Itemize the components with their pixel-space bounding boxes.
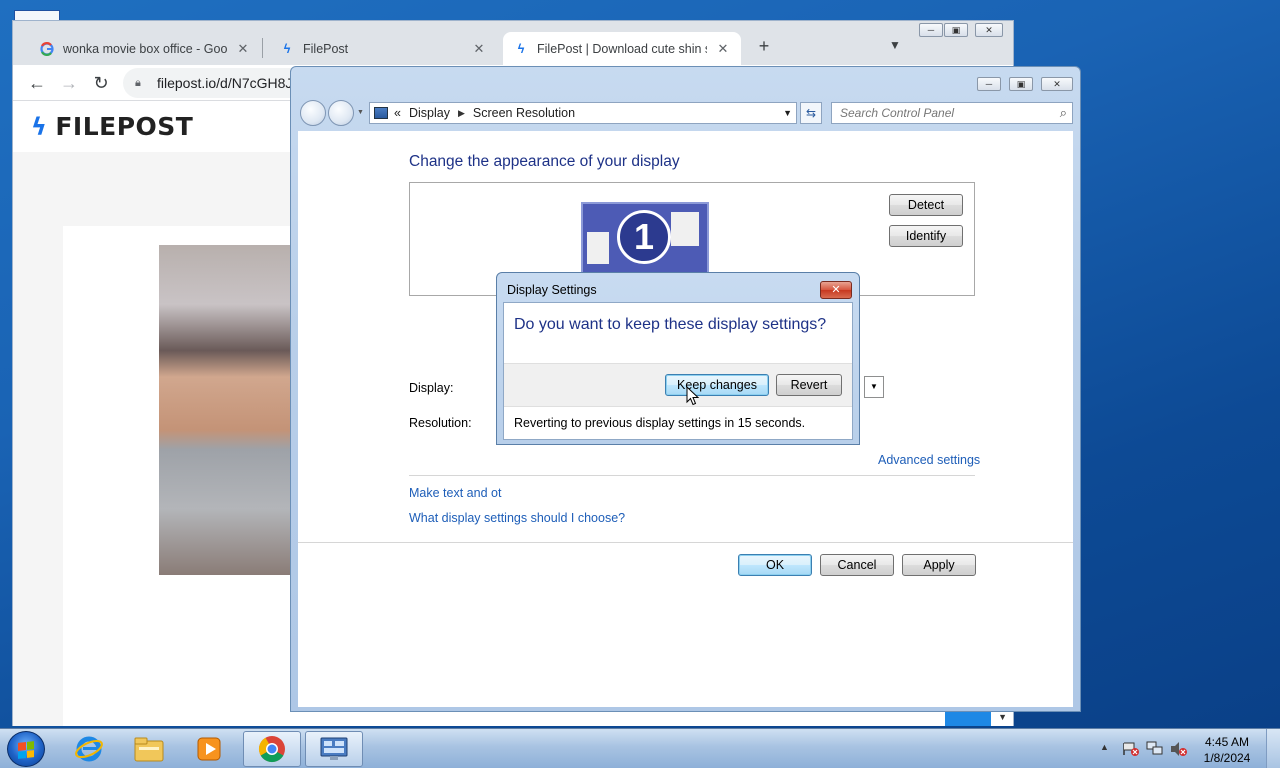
network-icon[interactable] [1146,741,1164,760]
windows-flag-icon [18,741,34,759]
dialog-button-bar: Keep changes Revert [504,363,852,407]
mouse-cursor-icon [686,386,700,406]
clock[interactable]: 4:45 AM 1/8/2024 [1196,734,1258,766]
minimize-button[interactable]: ─ [919,23,943,37]
display-label: Display: [409,381,454,395]
minimize-button[interactable]: ─ [977,77,1001,91]
start-button[interactable] [7,731,45,767]
cancel-button[interactable]: Cancel [820,554,894,576]
advanced-settings-link[interactable]: Advanced settings [878,453,980,467]
display-dropdown-chevron-icon[interactable]: ▼ [864,376,884,398]
close-tab-icon[interactable]: ✕ [471,41,487,57]
close-tab-icon[interactable]: ✕ [715,41,731,57]
ok-button[interactable]: OK [738,554,812,576]
refresh-icon[interactable]: ⇆ [800,102,822,124]
close-tab-icon[interactable]: ✕ [235,41,251,57]
breadcrumb-arrow-icon: ▶ [457,107,465,118]
tab-filepost[interactable]: ϟ FilePost ✕ [269,32,497,65]
detect-button[interactable]: Detect [889,194,963,216]
tab-filepost-download[interactable]: ϟ FilePost | Download cute shin se ✕ [503,32,741,65]
make-text-larger-link[interactable]: Make text and ot [409,486,501,500]
clock-time: 4:45 AM [1204,735,1250,749]
display-settings-help-link[interactable]: What display settings should I choose? [409,511,625,525]
monitor-window-graphic [587,232,609,264]
revert-button[interactable]: Revert [776,374,842,396]
back-arrow-icon[interactable]: ← [25,71,49,95]
close-window-button[interactable]: ✕ [1041,77,1073,91]
forward-arrow-icon[interactable]: → [57,71,81,95]
tab-strip: wonka movie box office - Google ✕ ϟ File… [13,21,1013,65]
bolt-icon: ϟ [517,41,525,56]
page-title: Change the appearance of your display [409,153,680,170]
taskbar: ▲ 4:45 AM 1/8/2024 [0,728,1280,768]
breadcrumb[interactable]: « Display ▶ Screen Resolution ▼ [369,102,797,124]
new-tab-button[interactable]: + [753,35,775,57]
maximize-button[interactable]: ▣ [1009,77,1033,91]
ie-icon[interactable] [60,731,118,767]
keep-changes-button[interactable]: Keep changes [665,374,769,396]
breadcrumb-screen-resolution[interactable]: Screen Resolution [473,106,575,120]
monitor-number: 1 [617,210,671,264]
divider [409,475,975,476]
show-desktop-button[interactable] [1266,729,1280,768]
address-row: ▼ « Display ▶ Screen Resolution ▼ ⇆ Sear… [291,97,1080,131]
control-panel-icon[interactable] [305,731,363,767]
url-text: filepost.io/d/N7cGH8J [157,75,293,91]
tab-title: wonka movie box office - Google [63,41,227,56]
show-hidden-icons-chevron-icon[interactable]: ▲ [1100,742,1109,752]
back-button[interactable] [300,100,326,126]
tab-separator [262,38,263,58]
breadcrumb-display[interactable]: Display [409,106,450,120]
apply-button[interactable]: Apply [902,554,976,576]
chevron-down-icon[interactable]: ▼ [783,108,792,118]
bolt-icon: ϟ [283,41,291,56]
divider [298,542,1073,543]
lock-icon: 🔒︎ [135,76,141,89]
media-player-icon[interactable] [180,731,238,767]
display-icon [374,107,388,119]
logo-text: FILEPOST [55,112,194,141]
bolt-icon: ϟ [31,112,48,141]
close-window-button[interactable]: ✕ [975,23,1003,37]
countdown-text: Reverting to previous display settings i… [514,416,806,430]
scroll-button[interactable] [945,710,991,726]
volume-muted-icon[interactable] [1170,741,1188,760]
chrome-icon[interactable] [243,731,301,767]
google-icon [39,41,55,57]
identify-button[interactable]: Identify [889,225,963,247]
tab-search-chevron-icon[interactable]: ▼ [885,35,905,55]
explorer-icon[interactable] [120,731,178,767]
dialog-question: Do you want to keep these display settin… [514,316,827,333]
search-icon[interactable]: ⌕ [1060,105,1067,121]
display-settings-dialog: Display Settings ✕ Do you want to keep t… [496,272,860,445]
clock-date: 1/8/2024 [1203,751,1251,765]
filepost-logo[interactable]: ϟ FILEPOST [31,112,193,141]
search-placeholder: Search Control Panel [840,106,955,120]
dialog-body: Do you want to keep these display settin… [503,302,853,440]
close-dialog-button[interactable]: ✕ [820,281,852,299]
tab-title: FilePost | Download cute shin se [537,41,707,56]
search-input[interactable]: Search Control Panel ⌕ [831,102,1073,124]
chevron-down-icon: ▼ [998,712,1007,722]
monitor-window-graphic [671,212,699,246]
tab-google-search[interactable]: wonka movie box office - Google ✕ [29,32,261,65]
action-center-icon[interactable] [1122,741,1140,760]
maximize-button[interactable]: ▣ [944,23,968,37]
reload-icon[interactable]: ↻ [89,71,113,95]
tab-title: FilePost [303,41,349,56]
monitor-1[interactable]: 1 [581,202,709,274]
dialog-title: Display Settings [507,283,597,297]
page-scroll-widget[interactable]: ▼ [945,710,1013,726]
forward-button[interactable] [328,100,354,126]
breadcrumb-prefix: « [394,106,401,120]
preview-image[interactable] [159,245,299,575]
resolution-label: Resolution: [409,416,472,430]
recent-pages-chevron-icon[interactable]: ▼ [357,109,364,116]
